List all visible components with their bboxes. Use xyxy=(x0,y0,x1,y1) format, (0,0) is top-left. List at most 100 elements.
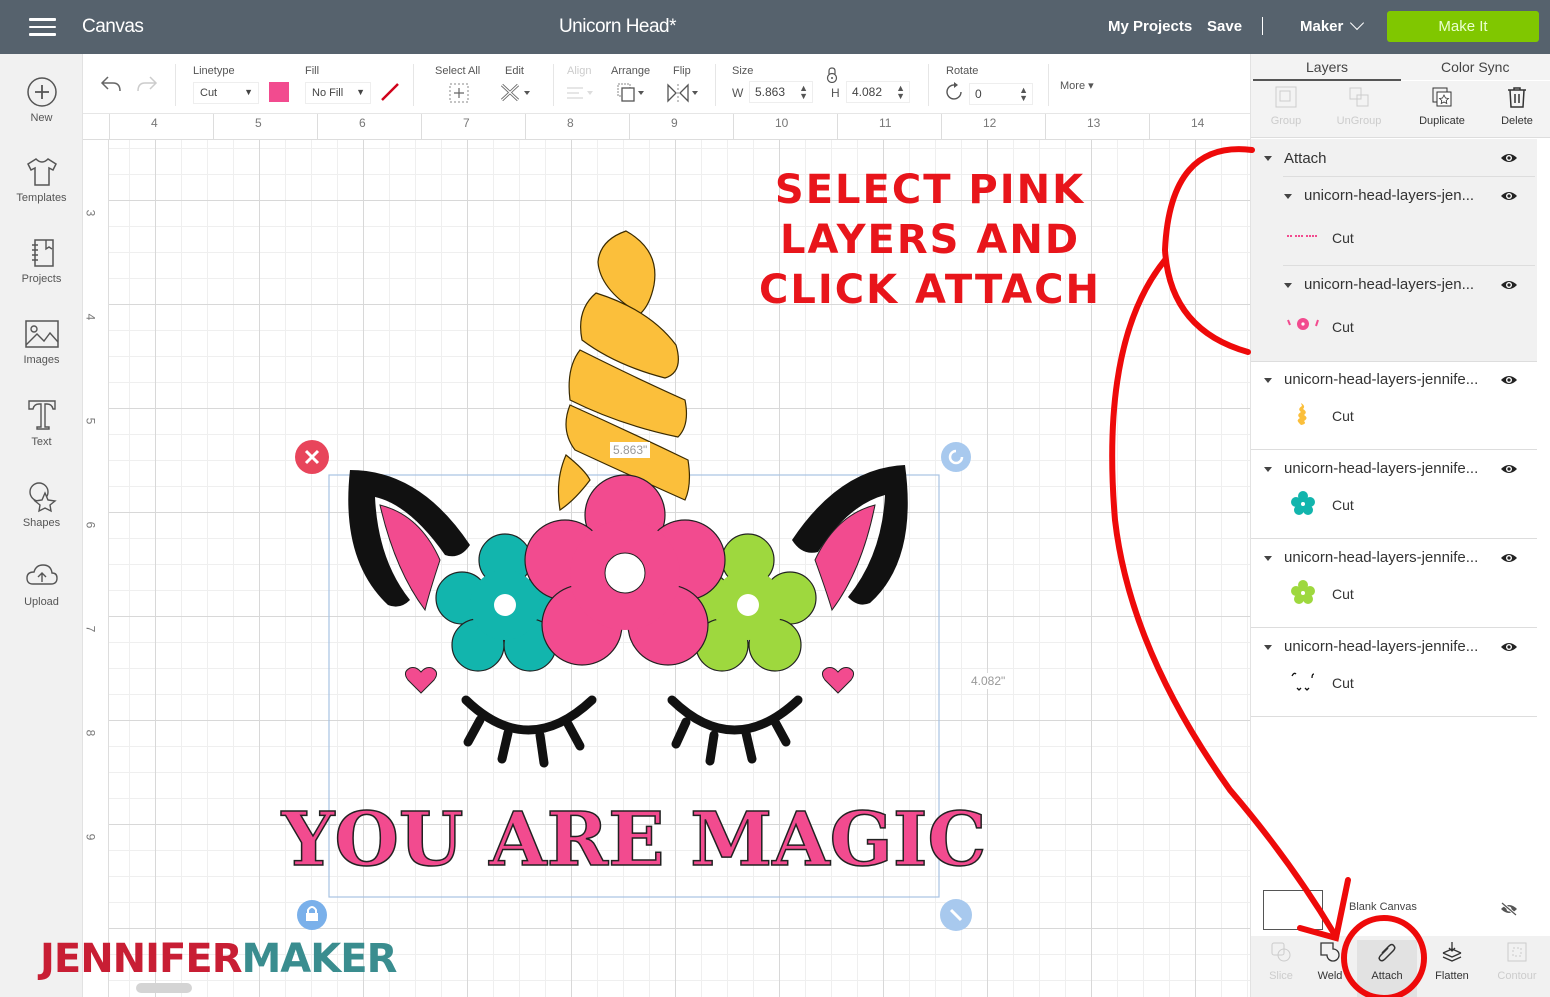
collapse-triangle-icon[interactable] xyxy=(1264,467,1272,472)
weld-icon xyxy=(1320,942,1340,962)
layer-actions: Group UnGroup Duplicate Delete xyxy=(1251,81,1550,138)
yellow-horn-thumbnail xyxy=(1297,403,1307,425)
green-flower-thumbnail xyxy=(1291,580,1315,604)
lock-handle xyxy=(297,900,327,930)
delete-handle xyxy=(295,440,329,474)
eye-icon[interactable] xyxy=(1500,374,1518,386)
pink-flower-thumbnail xyxy=(1287,318,1319,330)
collapse-triangle-icon[interactable] xyxy=(1264,156,1272,161)
collapse-triangle-icon[interactable] xyxy=(1284,283,1292,288)
duplicate-icon xyxy=(1432,87,1452,107)
eye-icon[interactable] xyxy=(1500,552,1518,564)
contour-button[interactable]: Contour xyxy=(1487,940,1547,982)
ungroup-button[interactable]: UnGroup xyxy=(1324,85,1394,127)
header-divider xyxy=(1262,17,1263,35)
horizontal-scrollbar[interactable] xyxy=(136,983,192,993)
layer-name[interactable]: unicorn-head-layers-jennife... xyxy=(1284,549,1478,566)
ungroup-icon xyxy=(1349,87,1369,107)
eye-icon[interactable] xyxy=(1500,463,1518,475)
collapse-triangle-icon[interactable] xyxy=(1264,556,1272,561)
layer-linetype: Cut xyxy=(1332,230,1354,246)
eyelashes xyxy=(461,695,803,768)
annotation-line: LAYERS AND xyxy=(779,217,1081,263)
slice-label: Slice xyxy=(1269,970,1293,982)
contour-label: Contour xyxy=(1497,970,1537,982)
layer-linetype: Cut xyxy=(1332,497,1354,513)
layer-name[interactable]: unicorn-head-layers-jen... xyxy=(1304,187,1474,204)
jennifermaker-logo: JENNIFERMAKER xyxy=(40,936,398,982)
collapse-triangle-icon[interactable] xyxy=(1264,378,1272,383)
left-heart xyxy=(404,667,438,694)
tab-color-sync[interactable]: Color Sync xyxy=(1441,59,1509,75)
eye-icon[interactable] xyxy=(1500,279,1518,291)
layer-row[interactable]: unicorn-head-layers-jennife... Cut xyxy=(1251,539,1537,628)
blank-canvas-swatch[interactable] xyxy=(1263,890,1323,930)
bottom-tools: Slice Weld Attach Flatten Contour xyxy=(1251,936,1550,997)
teal-flower-center xyxy=(494,594,516,616)
delete-button[interactable]: Delete xyxy=(1482,85,1550,127)
layer-row[interactable]: unicorn-head-layers-jennife... Cut xyxy=(1251,361,1537,450)
design-text: YOU ARE MAGIC xyxy=(281,797,987,883)
layer-name[interactable]: unicorn-head-layers-jennife... xyxy=(1284,371,1478,388)
machine-selector[interactable]: Maker xyxy=(1300,18,1343,35)
layer-row[interactable]: unicorn-head-layers-jennife... Cut xyxy=(1251,628,1537,717)
logo-part-maker: MAKER xyxy=(241,936,398,982)
eye-icon[interactable] xyxy=(1500,641,1518,653)
group-name[interactable]: Attach xyxy=(1284,150,1327,167)
layer-linetype: Cut xyxy=(1332,675,1354,691)
weld-label: Weld xyxy=(1317,970,1343,982)
layer-linetype: Cut xyxy=(1332,586,1354,602)
annotation-line: CLICK ATTACH xyxy=(758,267,1102,313)
height-dimension-label: 4.082" xyxy=(968,673,1009,689)
pink-flower-center xyxy=(604,552,646,594)
layer-row[interactable]: unicorn-head-layers-jennife... Cut xyxy=(1251,450,1537,539)
layer-linetype: Cut xyxy=(1332,319,1354,335)
layer-name[interactable]: unicorn-head-layers-jennife... xyxy=(1284,460,1478,477)
right-heart xyxy=(821,667,855,694)
paperclip-icon xyxy=(1378,943,1396,962)
black-ears-thumbnail xyxy=(1291,672,1315,691)
duplicate-button[interactable]: Duplicate xyxy=(1407,85,1477,127)
annotation-line: SELECT PINK xyxy=(774,167,1086,213)
blank-canvas-row[interactable]: Blank Canvas xyxy=(1251,882,1550,936)
flatten-icon xyxy=(1442,942,1462,962)
rotate-handle xyxy=(941,442,971,472)
ungroup-label: UnGroup xyxy=(1336,115,1382,127)
hidden-eye-icon[interactable] xyxy=(1499,902,1519,916)
tab-layers[interactable]: Layers xyxy=(1306,59,1348,75)
app-window: Canvas Unicorn Head* My Projects Save Ma… xyxy=(0,0,1550,997)
pink-text-thumbnail xyxy=(1287,235,1318,237)
eye-icon[interactable] xyxy=(1500,152,1518,164)
slice-icon xyxy=(1271,942,1291,962)
weld-button[interactable]: Weld xyxy=(1300,940,1360,982)
collapse-triangle-icon[interactable] xyxy=(1264,645,1272,650)
group-button[interactable]: Group xyxy=(1251,85,1321,127)
trash-icon xyxy=(1508,87,1526,108)
blank-canvas-label: Blank Canvas xyxy=(1349,901,1417,913)
chevron-down-icon[interactable] xyxy=(1349,15,1365,31)
layers-panel: Layers Color Sync Group UnGroup Duplicat… xyxy=(1250,54,1550,997)
flatten-button[interactable]: Flatten xyxy=(1422,940,1482,982)
layer-name[interactable]: unicorn-head-layers-jen... xyxy=(1304,276,1474,293)
collapse-triangle-icon[interactable] xyxy=(1284,194,1292,199)
attach-label: Attach xyxy=(1371,970,1403,982)
panel-tabs: Layers Color Sync xyxy=(1251,54,1550,81)
duplicate-label: Duplicate xyxy=(1419,115,1465,127)
make-it-button[interactable]: Make It xyxy=(1387,11,1539,42)
flatten-label: Flatten xyxy=(1435,970,1469,982)
unicorn-design[interactable]: YOU ARE MAGIC xyxy=(0,0,1250,997)
width-dimension-label: 5.863" xyxy=(610,442,651,458)
resize-handle xyxy=(940,899,972,931)
teal-flower-thumbnail xyxy=(1291,491,1315,515)
attach-button[interactable]: Attach xyxy=(1357,940,1417,997)
green-flower-center xyxy=(737,594,759,616)
layer-name[interactable]: unicorn-head-layers-jennife... xyxy=(1284,638,1478,655)
layer-divider xyxy=(1283,265,1535,266)
contour-icon xyxy=(1507,942,1527,962)
layer-linetype: Cut xyxy=(1332,408,1354,424)
delete-label: Delete xyxy=(1501,115,1533,127)
eye-icon[interactable] xyxy=(1500,190,1518,202)
group-label: Group xyxy=(1270,115,1302,127)
group-icon xyxy=(1275,86,1297,108)
attach-group[interactable]: Attach unicorn-head-layers-jen... Cut un… xyxy=(1251,139,1537,361)
